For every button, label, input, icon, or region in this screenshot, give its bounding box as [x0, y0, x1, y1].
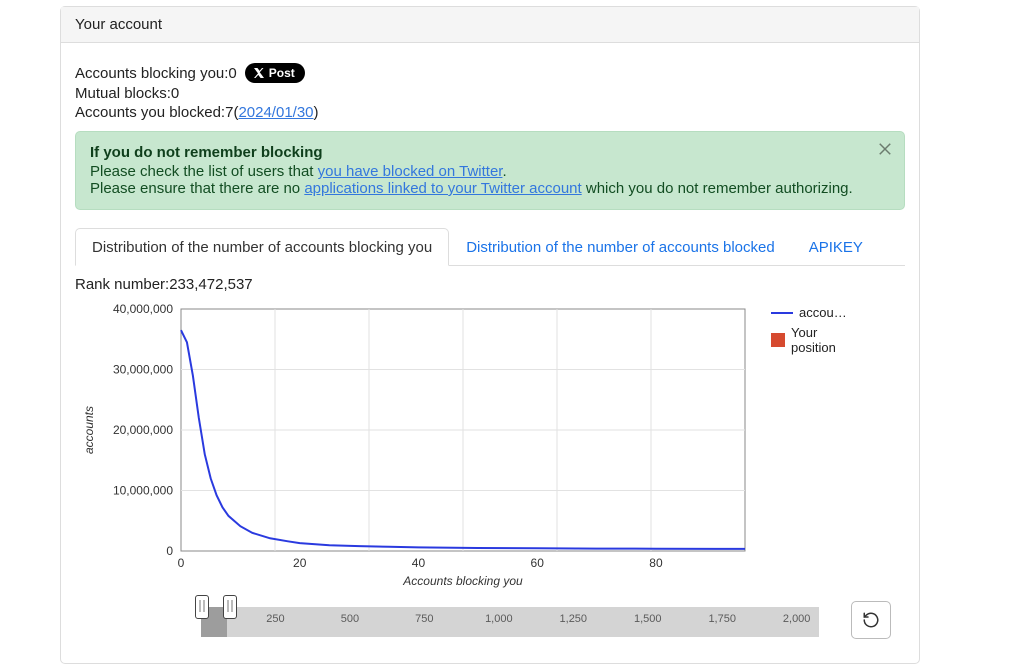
twitter-blocked-link[interactable]: you have blocked on Twitter	[318, 163, 503, 180]
svg-text:20,000,000: 20,000,000	[113, 423, 173, 437]
svg-text:80: 80	[649, 556, 663, 570]
tab-apikey[interactable]: APIKEY	[792, 228, 880, 266]
svg-text:60: 60	[531, 556, 545, 570]
account-panel: Your account Accounts blocking you:0 Pos…	[60, 6, 920, 664]
stat-mutual-label: Mutual blocks:	[75, 85, 171, 102]
svg-text:40,000,000: 40,000,000	[113, 302, 173, 316]
tab-bar: Distribution of the number of accounts b…	[75, 228, 905, 266]
alert-close-button[interactable]	[876, 140, 894, 162]
panel-title: Your account	[75, 16, 162, 33]
stat-mutual-value: 0	[171, 85, 179, 102]
distribution-chart: 0 10,000,000 20,000,000 30,000,000 40,000,00…	[75, 299, 755, 589]
alert-title: If you do not remember blocking	[90, 144, 868, 161]
stat-you-blocked: Accounts you blocked:7(2024/01/30)	[75, 104, 905, 121]
tab-dist-blocked[interactable]: Distribution of the number of accounts b…	[449, 228, 792, 266]
range-handle-left[interactable]	[195, 595, 209, 619]
range-tick: 750	[415, 613, 433, 625]
alert-line-2: Please ensure that there are no applicat…	[90, 180, 868, 197]
stat-mutual: Mutual blocks:0	[75, 85, 905, 102]
rank-number: Rank number:233,472,537	[75, 276, 905, 293]
range-tick: 1,250	[560, 613, 588, 625]
panel-body: Accounts blocking you:0 Post Mutual bloc…	[61, 43, 919, 663]
panel-header: Your account	[61, 7, 919, 43]
svg-text:0: 0	[178, 556, 185, 570]
svg-text:10,000,000: 10,000,000	[113, 484, 173, 498]
svg-text:0: 0	[166, 544, 173, 558]
x-post-button[interactable]: Post	[245, 63, 305, 83]
tab-dist-blocking-you[interactable]: Distribution of the number of accounts b…	[75, 228, 449, 266]
range-tick: 2,000	[783, 613, 811, 625]
stat-you-blocked-label: Accounts you blocked:	[75, 104, 225, 121]
svg-text:accounts: accounts	[82, 406, 96, 454]
you-blocked-date-link[interactable]: 2024/01/30	[238, 104, 313, 121]
legend-line-icon	[771, 312, 793, 314]
svg-text:20: 20	[293, 556, 307, 570]
range-tick: 1,000	[485, 613, 513, 625]
range-slider-row: 250 500 750 1,000 1,250 1,500 1,750 2,000	[75, 595, 905, 649]
legend-series-your-position: Your position	[771, 325, 851, 356]
rank-label: Rank number:	[75, 276, 169, 293]
stat-you-blocked-value: 7	[225, 104, 233, 121]
range-tick: 500	[341, 613, 359, 625]
chart-legend: accou… Your position	[771, 305, 851, 360]
reset-range-button[interactable]	[851, 601, 891, 639]
stat-blocking-you-label: Accounts blocking you:	[75, 65, 228, 82]
stat-blocking-you: Accounts blocking you:0 Post	[75, 63, 905, 83]
rank-value: 233,472,537	[169, 276, 252, 293]
chart-area: 0 10,000,000 20,000,000 30,000,000 40,000,00…	[75, 299, 905, 589]
close-icon	[876, 140, 894, 158]
legend-square-icon	[771, 333, 785, 347]
x-icon	[253, 67, 265, 79]
range-tick: 1,750	[708, 613, 736, 625]
range-tick: 250	[266, 613, 284, 625]
alert-line-1: Please check the list of users that you …	[90, 163, 868, 180]
range-tick: 1,500	[634, 613, 662, 625]
legend-series-accounts: accou…	[771, 305, 851, 321]
remember-blocking-alert: If you do not remember blocking Please c…	[75, 131, 905, 210]
reset-icon	[862, 611, 880, 629]
x-post-label: Post	[269, 66, 295, 80]
svg-text:30,000,000: 30,000,000	[113, 363, 173, 377]
range-handle-right[interactable]	[223, 595, 237, 619]
svg-text:Accounts blocking you: Accounts blocking you	[402, 574, 523, 588]
twitter-apps-link[interactable]: applications linked to your Twitter acco…	[304, 180, 581, 197]
range-slider[interactable]: 250 500 750 1,000 1,250 1,500 1,750 2,000	[201, 595, 819, 647]
svg-text:40: 40	[412, 556, 426, 570]
stat-blocking-you-value: 0	[228, 65, 236, 82]
